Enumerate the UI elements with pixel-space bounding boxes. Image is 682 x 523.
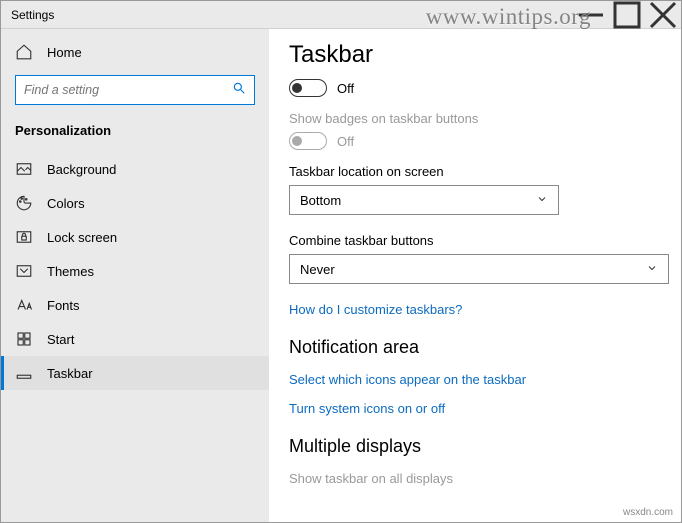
colors-icon bbox=[15, 194, 33, 212]
sidebar-item-background[interactable]: Background bbox=[1, 152, 269, 186]
sidebar-item-taskbar[interactable]: Taskbar bbox=[1, 356, 269, 390]
fonts-icon bbox=[15, 296, 33, 314]
sidebar-item-label: Lock screen bbox=[47, 230, 117, 245]
themes-icon bbox=[15, 262, 33, 280]
sidebar-item-label: Fonts bbox=[47, 298, 80, 313]
select-icons-link[interactable]: Select which icons appear on the taskbar bbox=[289, 372, 661, 387]
minimize-button[interactable] bbox=[573, 1, 609, 29]
home-icon bbox=[15, 43, 33, 61]
home-link[interactable]: Home bbox=[1, 35, 269, 69]
location-value: Bottom bbox=[300, 193, 341, 208]
sidebar: Home Personalization Background Colors bbox=[1, 29, 269, 522]
system-icons-link[interactable]: Turn system icons on or off bbox=[289, 401, 661, 416]
chevron-down-icon bbox=[536, 193, 548, 208]
sidebar-item-label: Start bbox=[47, 332, 74, 347]
sidebar-item-colors[interactable]: Colors bbox=[1, 186, 269, 220]
notification-section-header: Notification area bbox=[289, 337, 661, 358]
window-title: Settings bbox=[1, 8, 573, 22]
multi-displays-section-header: Multiple displays bbox=[289, 436, 661, 457]
badges-label: Show badges on taskbar buttons bbox=[289, 111, 661, 126]
sidebar-item-label: Themes bbox=[47, 264, 94, 279]
lockscreen-icon bbox=[15, 228, 33, 246]
page-title: Taskbar bbox=[289, 41, 661, 69]
customize-link[interactable]: How do I customize taskbars? bbox=[289, 302, 661, 317]
combine-label: Combine taskbar buttons bbox=[289, 233, 661, 248]
sidebar-item-start[interactable]: Start bbox=[1, 322, 269, 356]
badges-toggle bbox=[289, 132, 327, 150]
close-button[interactable] bbox=[645, 1, 681, 29]
taskbar-icon bbox=[15, 364, 33, 382]
sidebar-item-themes[interactable]: Themes bbox=[1, 254, 269, 288]
search-icon bbox=[232, 81, 246, 100]
multi-label: Show taskbar on all displays bbox=[289, 471, 661, 486]
maximize-button[interactable] bbox=[609, 1, 645, 29]
combine-select[interactable]: Never bbox=[289, 254, 669, 284]
source-tag: wsxdn.com bbox=[623, 507, 673, 518]
combine-value: Never bbox=[300, 262, 335, 277]
location-select[interactable]: Bottom bbox=[289, 185, 559, 215]
sidebar-item-fonts[interactable]: Fonts bbox=[1, 288, 269, 322]
taskbar-toggle-state: Off bbox=[337, 81, 354, 96]
window-buttons bbox=[573, 1, 681, 29]
background-icon bbox=[15, 160, 33, 178]
taskbar-toggle[interactable] bbox=[289, 79, 327, 97]
search-input[interactable] bbox=[15, 75, 255, 105]
sidebar-item-label: Background bbox=[47, 162, 116, 177]
chevron-down-icon bbox=[646, 262, 658, 277]
home-label: Home bbox=[47, 45, 82, 60]
category-header: Personalization bbox=[1, 119, 269, 152]
sidebar-item-label: Taskbar bbox=[47, 366, 93, 381]
badges-toggle-state: Off bbox=[337, 134, 354, 149]
main-content: Taskbar Off Show badges on taskbar butto… bbox=[269, 29, 681, 522]
sidebar-item-lockscreen[interactable]: Lock screen bbox=[1, 220, 269, 254]
sidebar-item-label: Colors bbox=[47, 196, 85, 211]
start-icon bbox=[15, 330, 33, 348]
titlebar: Settings bbox=[1, 1, 681, 29]
search-field[interactable] bbox=[24, 83, 232, 97]
location-label: Taskbar location on screen bbox=[289, 164, 661, 179]
